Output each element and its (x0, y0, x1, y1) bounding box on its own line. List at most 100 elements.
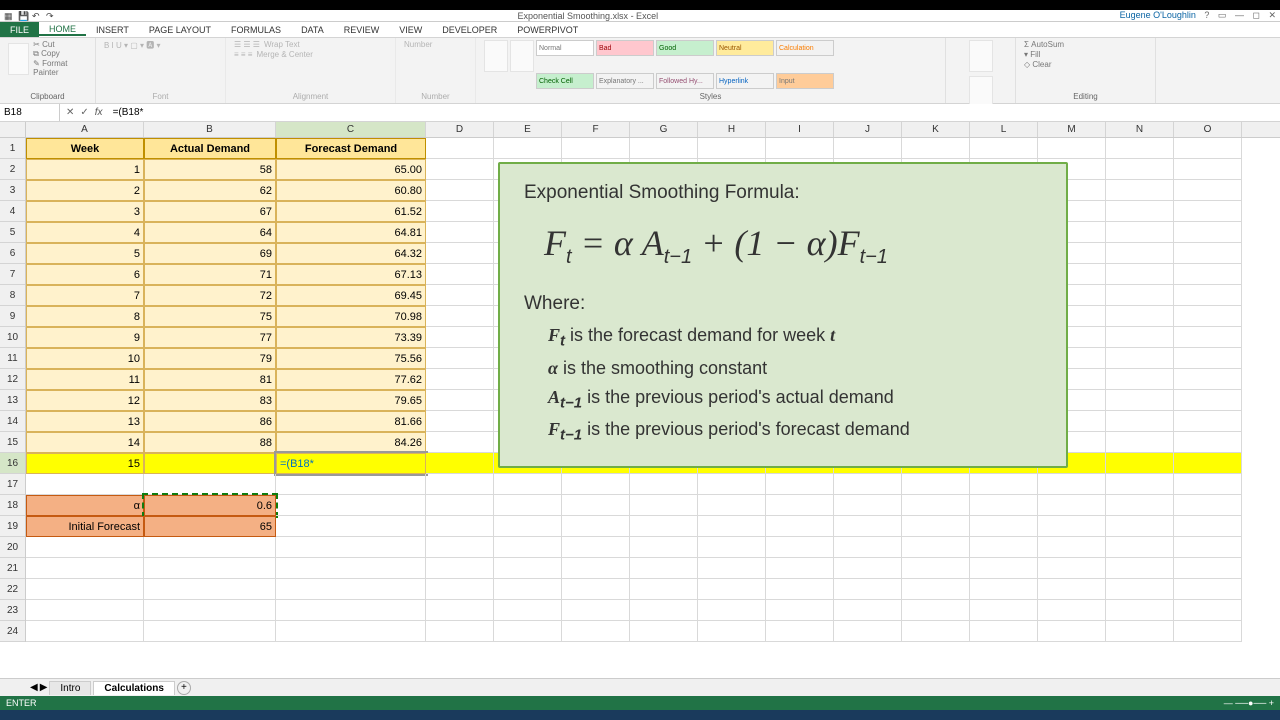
undo-icon[interactable]: ↶ (32, 11, 42, 21)
autosum-button[interactable]: Σ AutoSum (1024, 40, 1064, 49)
row-header-21[interactable]: 21 (0, 558, 25, 579)
cell[interactable] (766, 138, 834, 159)
enter-formula-icon[interactable]: ✓ (80, 107, 88, 118)
style-check-cell[interactable]: Check Cell (536, 73, 594, 89)
cell[interactable] (26, 537, 144, 558)
cell[interactable] (1174, 579, 1242, 600)
format-painter-button[interactable]: ✎ Format Painter (33, 59, 87, 77)
row-header-7[interactable]: 7 (0, 264, 25, 285)
cell[interactable] (426, 453, 494, 474)
cell[interactable] (144, 621, 276, 642)
cancel-formula-icon[interactable]: ✕ (66, 107, 74, 118)
cell[interactable] (494, 495, 562, 516)
cell[interactable] (1038, 600, 1106, 621)
cell[interactable] (970, 516, 1038, 537)
style-followed-hyperlink[interactable]: Followed Hy... (656, 73, 714, 89)
save-icon[interactable]: 💾 (18, 11, 28, 21)
cell[interactable] (1174, 411, 1242, 432)
style-good[interactable]: Good (656, 40, 714, 56)
cell[interactable] (766, 621, 834, 642)
cell-forecast-4[interactable]: 64.81 (276, 222, 426, 243)
minimize-icon[interactable]: — (1235, 10, 1244, 20)
cell[interactable] (1106, 495, 1174, 516)
cell[interactable] (562, 579, 630, 600)
formula-textbox[interactable]: Exponential Smoothing Formula: Ft = α At… (498, 162, 1068, 468)
style-calculation[interactable]: Calculation (776, 40, 834, 56)
cell[interactable] (1106, 285, 1174, 306)
cell-actual-15[interactable] (144, 453, 276, 474)
cell[interactable] (426, 264, 494, 285)
row-header-11[interactable]: 11 (0, 348, 25, 369)
formula-input[interactable] (109, 104, 1280, 121)
cell[interactable] (494, 621, 562, 642)
cell[interactable] (1038, 537, 1106, 558)
cell[interactable] (834, 579, 902, 600)
cell[interactable] (1174, 474, 1242, 495)
cell[interactable] (1106, 516, 1174, 537)
column-header-B[interactable]: B (144, 122, 276, 137)
header-forecast[interactable]: Forecast Demand (276, 138, 426, 159)
cell[interactable] (276, 516, 426, 537)
cell[interactable] (562, 558, 630, 579)
cell[interactable] (494, 600, 562, 621)
cell[interactable] (698, 495, 766, 516)
cell-actual-2[interactable]: 62 (144, 180, 276, 201)
name-box[interactable]: B18 (0, 104, 60, 121)
cell-week-10[interactable]: 10 (26, 348, 144, 369)
cell[interactable] (276, 621, 426, 642)
cell-forecast-2[interactable]: 60.80 (276, 180, 426, 201)
cell-week-6[interactable]: 6 (26, 264, 144, 285)
tab-page-layout[interactable]: PAGE LAYOUT (139, 25, 221, 35)
cell[interactable] (630, 537, 698, 558)
cell[interactable] (276, 558, 426, 579)
cell[interactable] (426, 159, 494, 180)
cell[interactable] (834, 621, 902, 642)
fx-icon[interactable]: fx (95, 107, 103, 118)
cell[interactable] (1038, 558, 1106, 579)
cell-actual-6[interactable]: 71 (144, 264, 276, 285)
cell-week-1[interactable]: 1 (26, 159, 144, 180)
cell[interactable] (144, 558, 276, 579)
tab-review[interactable]: REVIEW (334, 25, 390, 35)
cell-alpha-value[interactable]: 0.6 (144, 495, 276, 516)
row-header-3[interactable]: 3 (0, 180, 25, 201)
cell[interactable] (630, 579, 698, 600)
conditional-formatting-button[interactable] (484, 40, 508, 72)
cell-week-9[interactable]: 9 (26, 327, 144, 348)
cell-actual-12[interactable]: 83 (144, 390, 276, 411)
row-header-24[interactable]: 24 (0, 621, 25, 642)
cell[interactable] (1174, 390, 1242, 411)
select-all-corner[interactable] (0, 122, 26, 138)
cell[interactable] (426, 327, 494, 348)
cell[interactable] (1106, 264, 1174, 285)
cell[interactable] (698, 516, 766, 537)
cell-actual-9[interactable]: 77 (144, 327, 276, 348)
cell[interactable] (834, 474, 902, 495)
cell[interactable] (1174, 621, 1242, 642)
column-header-K[interactable]: K (902, 122, 970, 137)
paste-button[interactable] (8, 43, 29, 75)
cut-button[interactable]: ✂ Cut (33, 40, 87, 49)
cell-week-14[interactable]: 14 (26, 432, 144, 453)
cell[interactable] (1174, 243, 1242, 264)
cell-week-13[interactable]: 13 (26, 411, 144, 432)
cell[interactable] (698, 474, 766, 495)
row-header-18[interactable]: 18 (0, 495, 25, 516)
cell[interactable] (276, 474, 426, 495)
cell-forecast-6[interactable]: 67.13 (276, 264, 426, 285)
cell[interactable] (902, 537, 970, 558)
cell[interactable] (1106, 579, 1174, 600)
cell[interactable] (1174, 306, 1242, 327)
cell[interactable] (494, 537, 562, 558)
row-header-9[interactable]: 9 (0, 306, 25, 327)
windows-taskbar[interactable] (0, 710, 1280, 720)
cell[interactable] (698, 537, 766, 558)
row-header-10[interactable]: 10 (0, 327, 25, 348)
cell[interactable] (902, 621, 970, 642)
cell-actual-4[interactable]: 64 (144, 222, 276, 243)
cell[interactable] (26, 558, 144, 579)
cell-week-2[interactable]: 2 (26, 180, 144, 201)
cell[interactable] (766, 579, 834, 600)
cell[interactable] (1106, 327, 1174, 348)
cell[interactable] (1106, 159, 1174, 180)
